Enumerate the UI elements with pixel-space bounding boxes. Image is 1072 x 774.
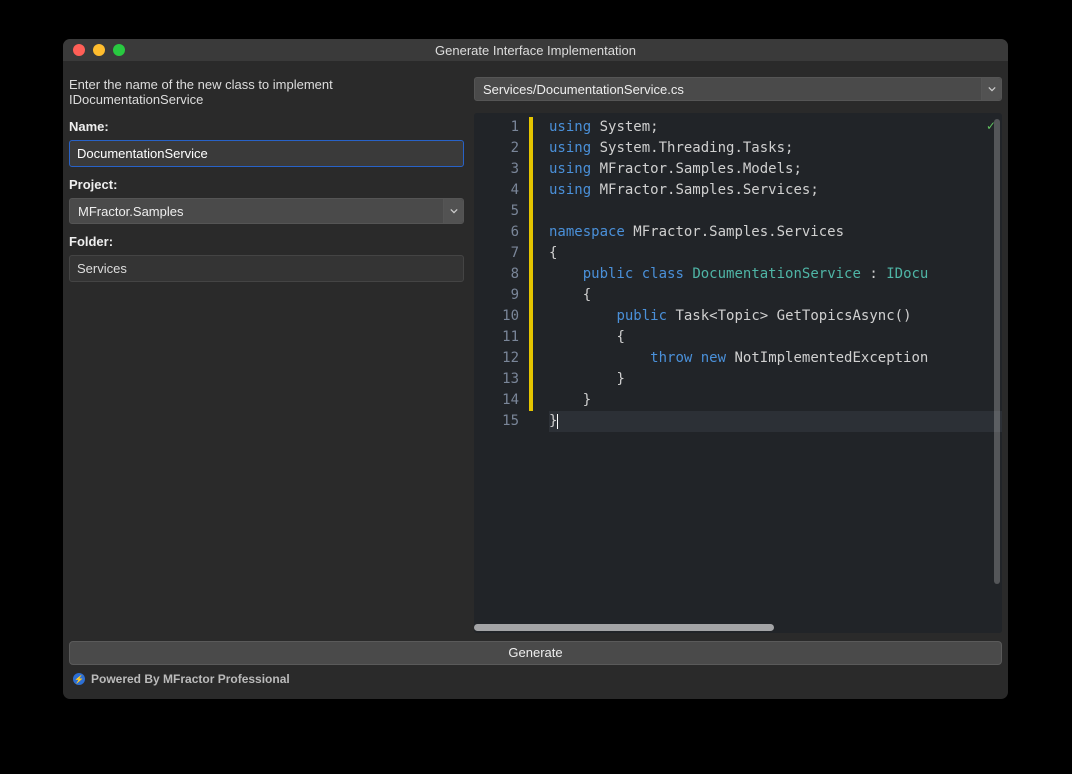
project-dropdown-value: MFractor.Samples xyxy=(70,204,443,219)
code-line: { xyxy=(549,327,1002,348)
traffic-lights xyxy=(63,44,125,56)
line-number: 10 xyxy=(474,306,519,327)
instruction-text: Enter the name of the new class to imple… xyxy=(69,77,464,107)
line-number: 5 xyxy=(474,201,519,222)
mfractor-icon: ⚡ xyxy=(73,673,85,685)
line-number: 14 xyxy=(474,390,519,411)
line-number: 2 xyxy=(474,138,519,159)
code-line: } xyxy=(549,390,1002,411)
footer-text: Powered By MFractor Professional xyxy=(91,672,290,686)
file-path-value: Services/DocumentationService.cs xyxy=(475,82,981,97)
name-input[interactable] xyxy=(69,140,464,167)
line-number: 1 xyxy=(474,117,519,138)
name-label: Name: xyxy=(69,119,464,134)
line-number: 12 xyxy=(474,348,519,369)
code-line: public class DocumentationService : IDoc… xyxy=(549,264,1002,285)
code-line: } xyxy=(549,369,1002,390)
project-label: Project: xyxy=(69,177,464,192)
line-number: 13 xyxy=(474,369,519,390)
footer: ⚡ Powered By MFractor Professional xyxy=(69,665,1002,693)
vertical-scrollbar[interactable] xyxy=(994,119,1000,584)
file-path-dropdown[interactable]: Services/DocumentationService.cs xyxy=(474,77,1002,101)
text-cursor xyxy=(557,414,558,429)
folder-label: Folder: xyxy=(69,234,464,249)
generate-button[interactable]: Generate xyxy=(69,641,1002,665)
code-line xyxy=(549,201,1002,222)
line-number: 4 xyxy=(474,180,519,201)
line-number: 15 xyxy=(474,411,519,432)
code-line: using MFractor.Samples.Models; xyxy=(549,159,1002,180)
preview-panel: Services/DocumentationService.cs 1234567… xyxy=(474,67,1002,633)
line-number: 8 xyxy=(474,264,519,285)
code-line: using System.Threading.Tasks; xyxy=(549,138,1002,159)
folder-input[interactable]: Services xyxy=(69,255,464,282)
horizontal-scrollbar-track[interactable] xyxy=(474,623,1002,633)
line-number: 11 xyxy=(474,327,519,348)
line-number: 7 xyxy=(474,243,519,264)
zoom-window-button[interactable] xyxy=(113,44,125,56)
chevron-down-icon xyxy=(443,199,463,223)
window-title: Generate Interface Implementation xyxy=(63,43,1008,58)
chevron-down-icon xyxy=(981,78,1001,100)
form-panel: Enter the name of the new class to imple… xyxy=(69,67,464,633)
code-line: public Task<Topic> GetTopicsAsync() xyxy=(549,306,1002,327)
code-line: { xyxy=(549,285,1002,306)
main-columns: Enter the name of the new class to imple… xyxy=(69,67,1002,633)
code-area[interactable]: using System;using System.Threading.Task… xyxy=(533,113,1002,623)
code-line: namespace MFractor.Samples.Services xyxy=(549,222,1002,243)
dialog-body: Enter the name of the new class to imple… xyxy=(63,61,1008,699)
code-line: } xyxy=(549,411,1002,432)
project-dropdown[interactable]: MFractor.Samples xyxy=(69,198,464,224)
minimize-window-button[interactable] xyxy=(93,44,105,56)
code-line: { xyxy=(549,243,1002,264)
line-number: 3 xyxy=(474,159,519,180)
code-line: using MFractor.Samples.Services; xyxy=(549,180,1002,201)
code-line: using System; xyxy=(549,117,1002,138)
titlebar: Generate Interface Implementation xyxy=(63,39,1008,61)
line-number: 6 xyxy=(474,222,519,243)
horizontal-scrollbar-thumb[interactable] xyxy=(474,624,774,631)
line-number: 9 xyxy=(474,285,519,306)
line-number-gutter: 123456789101112131415 xyxy=(474,113,529,623)
dialog-window: Generate Interface Implementation Enter … xyxy=(63,39,1008,699)
close-window-button[interactable] xyxy=(73,44,85,56)
code-editor[interactable]: 123456789101112131415 using System;using… xyxy=(474,113,1002,633)
code-line: throw new NotImplementedException xyxy=(549,348,1002,369)
